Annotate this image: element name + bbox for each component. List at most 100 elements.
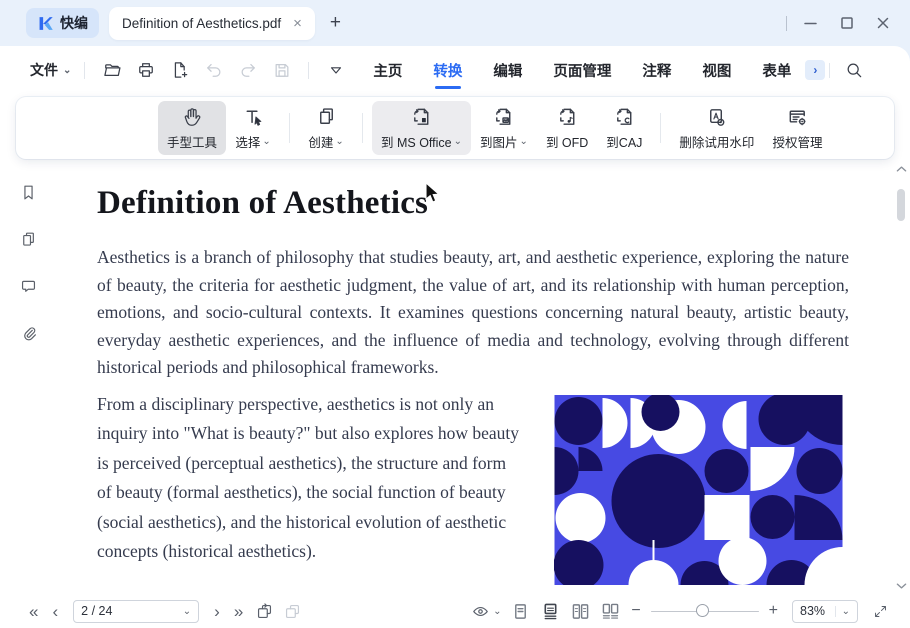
more-tabs-button[interactable]: ›: [805, 60, 825, 80]
last-page-button[interactable]: »: [227, 603, 250, 620]
previous-page-button[interactable]: ‹: [45, 603, 65, 620]
previous-view-icon: [255, 602, 274, 621]
page-indicator: 2 / 24: [81, 604, 112, 618]
single-page-view-button[interactable]: [507, 599, 533, 623]
to-caj-button[interactable]: 到CAJ: [597, 101, 651, 155]
previous-view-button[interactable]: [252, 599, 276, 623]
app-name: 快编: [60, 13, 88, 33]
zoom-in-button[interactable]: +: [763, 602, 784, 620]
tab-edit[interactable]: 编辑: [493, 54, 522, 87]
hand-icon: [181, 106, 204, 129]
facing-continuous-view-button[interactable]: [597, 599, 623, 623]
remove-trial-watermark-button[interactable]: 删除试用水印: [670, 101, 763, 155]
create-icon: [315, 106, 338, 129]
create-button[interactable]: 创建 ⌄: [299, 101, 353, 155]
toolbar-divider: [660, 113, 661, 143]
comments-panel-button[interactable]: [15, 273, 41, 299]
zoom-out-button[interactable]: −: [625, 602, 646, 620]
to-caj-label: 到CAJ: [606, 132, 642, 151]
redo-icon: [234, 57, 261, 84]
new-tab-button[interactable]: +: [330, 12, 341, 34]
read-mode-button[interactable]: ⌄: [469, 599, 503, 623]
convert-caj-icon: [613, 106, 636, 129]
maximize-button[interactable]: [840, 16, 854, 30]
chevron-down-icon: ⌄: [183, 606, 191, 617]
window-controls-divider: [786, 16, 787, 31]
title-bar: 快编 Definition of Aesthetics.pdf × +: [0, 0, 910, 46]
eye-icon: [471, 602, 490, 621]
continuous-scroll-view-button[interactable]: [537, 599, 563, 623]
bookmarks-panel-button[interactable]: [15, 179, 41, 205]
zoom-level-value: 83%: [800, 604, 825, 618]
tab-home[interactable]: 主页: [373, 54, 402, 87]
save-icon: [268, 57, 295, 84]
undo-icon: [200, 57, 227, 84]
document-paragraph-2: From a disciplinary perspective, aesthet…: [97, 390, 521, 566]
open-file-icon[interactable]: [98, 57, 125, 84]
remove-trial-watermark-label: 删除试用水印: [679, 132, 754, 151]
to-ofd-label: 到 OFD: [546, 132, 588, 151]
tab-view[interactable]: 视图: [702, 54, 731, 87]
app-logo[interactable]: 快编: [26, 8, 99, 38]
page-thumbnails-icon: [19, 230, 38, 249]
document-paragraph-1: Aesthetics is a branch of philosophy tha…: [97, 244, 849, 382]
print-icon[interactable]: [132, 57, 159, 84]
comment-icon: [19, 277, 38, 296]
zoom-slider-knob[interactable]: [696, 604, 709, 617]
menubar-divider: [308, 62, 309, 79]
attachments-panel-button[interactable]: [15, 320, 41, 346]
close-button[interactable]: [876, 16, 890, 30]
chevron-down-icon: ⌄: [493, 606, 501, 617]
facing-pages-view-button[interactable]: [567, 599, 593, 623]
document-page[interactable]: Definition of Aesthetics Aesthetics is a…: [56, 160, 890, 594]
convert-office-icon: [410, 106, 433, 129]
page-number-input[interactable]: 2 / 24 ⌄: [73, 600, 199, 623]
search-icon[interactable]: [840, 57, 867, 84]
hand-tool-button[interactable]: 手型工具: [158, 101, 226, 155]
page-thumbnails-panel-button[interactable]: [15, 226, 41, 252]
file-menu[interactable]: 文件 ⌄: [30, 60, 71, 80]
next-page-button[interactable]: ›: [207, 603, 227, 620]
view-controls: ⌄ − + 83% ⌄: [467, 599, 894, 623]
scrollbar-thumb[interactable]: [897, 189, 905, 221]
document-tab[interactable]: Definition of Aesthetics.pdf ×: [109, 7, 315, 40]
scroll-down-icon[interactable]: [896, 580, 907, 592]
collapse-toolbar-icon[interactable]: [322, 57, 349, 84]
next-view-icon: [283, 602, 302, 621]
new-file-icon[interactable]: [166, 57, 193, 84]
license-management-label: 授权管理: [772, 132, 822, 151]
tab-close-icon[interactable]: ×: [293, 16, 302, 31]
minimize-button[interactable]: [803, 16, 818, 31]
to-ofd-button[interactable]: 到 OFD: [537, 101, 597, 155]
toolbar-divider: [362, 113, 363, 143]
first-page-button[interactable]: «: [22, 603, 45, 620]
fit-screen-button[interactable]: [868, 599, 892, 623]
tab-annotate[interactable]: 注释: [642, 54, 671, 87]
to-ms-office-button[interactable]: 到 MS Office ⌄: [372, 101, 471, 155]
chevron-down-icon: ⌄: [335, 136, 343, 147]
convert-image-icon: [492, 106, 515, 129]
vertical-scrollbar[interactable]: [893, 163, 909, 592]
zoom-level-select[interactable]: 83% ⌄: [792, 600, 858, 623]
tab-convert[interactable]: 转换: [433, 54, 462, 87]
document-tab-title: Definition of Aesthetics.pdf: [122, 16, 281, 31]
tab-page-management[interactable]: 页面管理: [553, 54, 611, 87]
scroll-up-icon[interactable]: [896, 163, 907, 175]
quick-actions: [98, 57, 349, 84]
license-icon: [786, 106, 809, 129]
status-bar: « ‹ 2 / 24 ⌄ › » ⌄: [0, 594, 910, 628]
menubar-divider: [84, 62, 85, 79]
tab-forms[interactable]: 表单: [762, 54, 791, 87]
select-tool-button[interactable]: 选择 ⌄: [226, 101, 280, 155]
chevron-down-icon: ⌄: [63, 65, 71, 76]
menubar-divider: [829, 63, 830, 78]
zoom-slider[interactable]: [651, 604, 759, 618]
select-tool-label: 选择: [235, 132, 260, 151]
next-view-button: [280, 599, 304, 623]
hand-tool-label: 手型工具: [167, 132, 217, 151]
fullscreen-icon: [873, 604, 888, 619]
ribbon-toolbar: 手型工具 选择 ⌄ 创建 ⌄: [16, 97, 894, 159]
navigation-sidebar: [0, 165, 56, 594]
to-image-button[interactable]: 到图片 ⌄: [471, 101, 537, 155]
license-management-button[interactable]: 授权管理: [763, 101, 831, 155]
